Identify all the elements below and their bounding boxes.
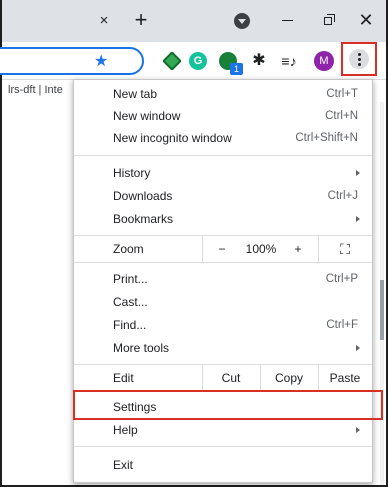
menu-item-label: Find... xyxy=(113,318,147,332)
kebab-menu-icon[interactable] xyxy=(349,49,369,69)
new-tab-button[interactable]: + xyxy=(129,9,153,33)
menu-item-shortcut: Ctrl+J xyxy=(327,190,358,202)
menu-row-zoom: Zoom − 100% + ⛶ xyxy=(74,236,372,262)
menu-item-label: Bookmarks xyxy=(113,212,174,226)
menu-divider xyxy=(74,262,372,263)
menu-item-help[interactable]: Help xyxy=(74,419,372,441)
menu-item-label: Help xyxy=(113,423,138,437)
menu-item-label: Downloads xyxy=(113,189,173,203)
menu-divider xyxy=(74,446,372,447)
zoom-out-button[interactable]: − xyxy=(210,236,234,262)
menu-item-label: New window xyxy=(113,109,181,123)
edit-label: Edit xyxy=(113,371,134,385)
address-bar[interactable]: ★ xyxy=(0,47,144,75)
menu-item-label: Cast... xyxy=(113,295,148,309)
close-window-icon[interactable]: ✕ xyxy=(354,8,378,32)
submenu-arrow-icon xyxy=(356,170,360,176)
scrollbar-thumb[interactable] xyxy=(380,280,384,340)
title-bar: × + ✕ xyxy=(2,0,386,42)
menu-divider xyxy=(202,236,203,262)
paste-button[interactable]: Paste xyxy=(318,365,372,391)
menu-item-new-incognito-window[interactable]: New incognito window Ctrl+Shift+N xyxy=(74,127,372,149)
menu-item-exit[interactable]: Exit xyxy=(74,454,372,476)
menu-item-shortcut: Ctrl+P xyxy=(325,273,358,285)
menu-item-label: New incognito window xyxy=(113,131,232,145)
menu-item-new-tab[interactable]: New tab Ctrl+T xyxy=(74,83,372,105)
submenu-arrow-icon xyxy=(356,216,360,222)
menu-item-shortcut: Ctrl+Shift+N xyxy=(295,132,358,144)
extension-badge: 1 xyxy=(230,63,243,75)
menu-item-new-window[interactable]: New window Ctrl+N xyxy=(74,105,372,127)
submenu-arrow-icon xyxy=(356,345,360,351)
menu-item-cast[interactable]: Cast... xyxy=(74,291,372,313)
menu-item-downloads[interactable]: Downloads Ctrl+J xyxy=(74,185,372,207)
bookmark-star-icon[interactable]: ★ xyxy=(94,53,108,71)
chrome-main-menu: New tab Ctrl+T New window Ctrl+N New inc… xyxy=(73,79,373,483)
menu-item-label: New tab xyxy=(113,87,158,101)
menu-item-shortcut: Ctrl+T xyxy=(326,88,358,100)
menu-item-label: History xyxy=(113,166,151,180)
zoom-level: 100% xyxy=(245,242,277,256)
fullscreen-icon[interactable]: ⛶ xyxy=(332,236,358,262)
menu-item-bookmarks[interactable]: Bookmarks xyxy=(74,208,372,230)
tab-close-icon[interactable]: × xyxy=(94,11,114,31)
menu-item-print[interactable]: Print... Ctrl+P xyxy=(74,268,372,290)
zoom-in-button[interactable]: + xyxy=(286,236,310,262)
minimize-icon[interactable] xyxy=(282,20,293,21)
menu-button-highlight xyxy=(341,42,377,76)
tab-search-icon[interactable] xyxy=(234,13,250,29)
menu-item-find[interactable]: Find... Ctrl+F xyxy=(74,314,372,336)
settings-highlight-box xyxy=(73,390,383,420)
cut-button[interactable]: Cut xyxy=(202,365,260,391)
menu-row-edit: Edit Cut Copy Paste xyxy=(74,365,372,391)
zoom-label: Zoom xyxy=(113,242,144,256)
menu-item-history[interactable]: History xyxy=(74,162,372,184)
media-control-icon[interactable]: ≡♪ xyxy=(280,52,298,70)
menu-item-shortcut: Ctrl+N xyxy=(325,110,358,122)
extensions-puzzle-icon[interactable]: ✱ xyxy=(250,52,268,70)
menu-item-label: Exit xyxy=(113,458,134,472)
profile-avatar[interactable]: M xyxy=(314,51,334,71)
grammarly-extension-icon[interactable]: G xyxy=(189,52,207,70)
menu-item-label: Print... xyxy=(113,272,148,286)
copy-button[interactable]: Copy xyxy=(260,365,318,391)
menu-item-more-tools[interactable]: More tools xyxy=(74,337,372,359)
menu-item-label: More tools xyxy=(113,341,170,355)
menu-item-shortcut: Ctrl+F xyxy=(326,319,358,331)
bookmark-item[interactable]: lrs-dft | Inte xyxy=(8,84,63,96)
submenu-arrow-icon xyxy=(356,427,360,433)
menu-divider xyxy=(318,236,319,262)
restore-icon[interactable] xyxy=(324,14,335,25)
menu-divider xyxy=(74,155,372,156)
